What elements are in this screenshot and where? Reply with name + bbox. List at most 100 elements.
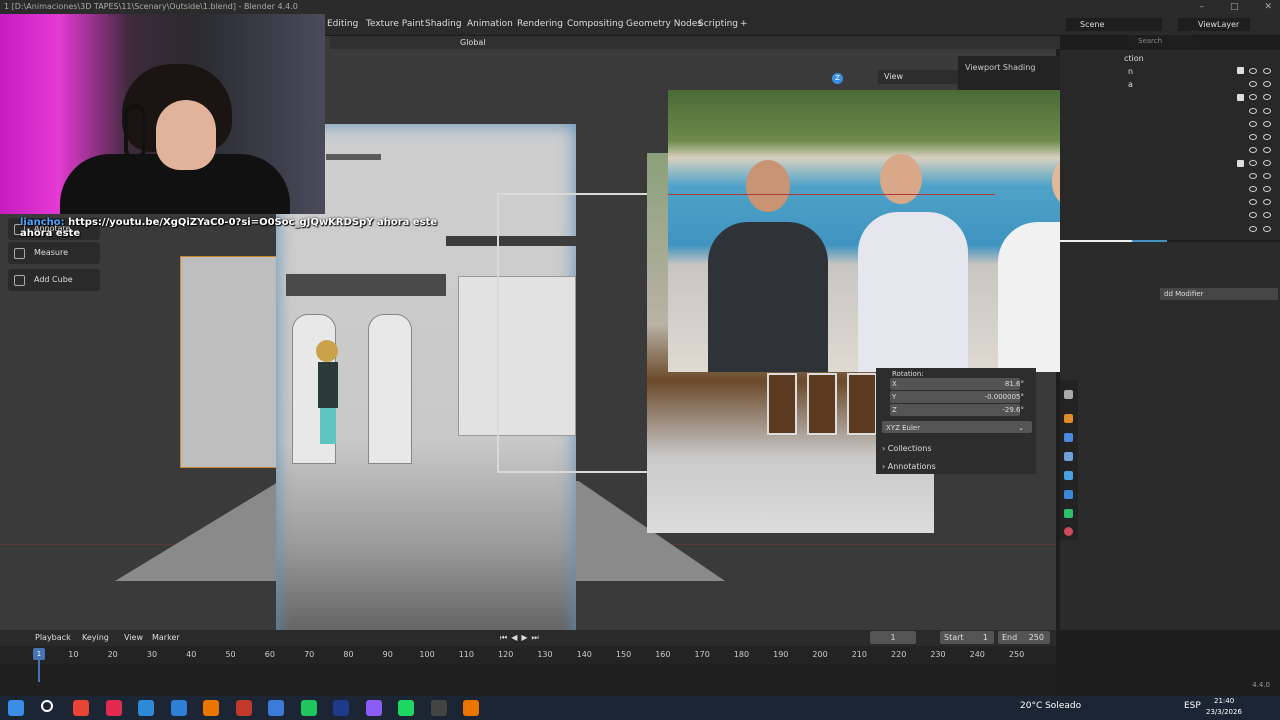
visibility-eye-icon[interactable] [1249, 108, 1257, 114]
add-modifier-button[interactable]: dd Modifier [1160, 288, 1278, 300]
playback-menu[interactable]: Playback [35, 633, 71, 642]
taskbar-obs2-icon[interactable] [430, 700, 447, 716]
visibility-eye-icon[interactable] [1249, 81, 1257, 87]
add-workspace-button[interactable]: + [740, 19, 748, 29]
tab-compositing[interactable]: Compositing [567, 19, 623, 29]
particles-tab-icon[interactable] [1064, 452, 1073, 461]
taskbar-chrome-icon[interactable] [73, 700, 89, 716]
view-panel-toggle[interactable]: View [878, 70, 958, 84]
ruler-tick-label: 170 [694, 650, 710, 659]
taskbar-edge-icon[interactable] [138, 700, 154, 716]
tab-texture-paint[interactable]: Texture Paint [366, 19, 424, 29]
playback-controls[interactable]: ⏮◀▶⏭ [500, 633, 543, 643]
rotation-y-row: Y -0.000005° [876, 391, 1036, 404]
ruler-tick-label: 10 [68, 650, 79, 659]
timeline-track-area[interactable] [0, 664, 1056, 696]
visibility-eye-icon[interactable] [1249, 121, 1257, 127]
physics-tab-icon[interactable] [1064, 471, 1073, 480]
webcam-person-face [156, 100, 216, 170]
annotations-panel-header[interactable]: › Annotations [882, 462, 936, 471]
render-eye-icon[interactable] [1263, 199, 1271, 205]
visibility-eye-icon[interactable] [1249, 226, 1257, 232]
render-eye-icon[interactable] [1263, 81, 1271, 87]
close-button[interactable]: ✕ [1264, 0, 1272, 14]
taskbar-start-icon[interactable] [8, 700, 24, 716]
scene-selector[interactable]: Scene [1066, 18, 1162, 31]
playhead[interactable]: 1 [33, 648, 45, 660]
outliner-item-2[interactable]: a [1128, 80, 1133, 89]
render-eye-icon[interactable] [1263, 160, 1271, 166]
start-frame-field[interactable]: Start 1 [940, 631, 994, 644]
visibility-eye-icon[interactable] [1249, 186, 1257, 192]
keying-menu[interactable]: Keying [82, 633, 109, 642]
view-layer-selector[interactable]: ViewLayer [1178, 18, 1250, 31]
render-tab-icon[interactable] [1064, 390, 1073, 399]
tab-scripting[interactable]: Scripting [698, 19, 738, 29]
visibility-eye-icon[interactable] [1249, 94, 1257, 100]
modifier-tab-icon[interactable] [1064, 433, 1073, 442]
render-eye-icon[interactable] [1263, 68, 1271, 74]
taskbar-app-purple-icon[interactable] [365, 700, 382, 716]
outliner-exclude-checkbox[interactable] [1237, 67, 1244, 74]
taskbar-blender2-icon[interactable] [463, 700, 479, 716]
marker-menu[interactable]: Marker [152, 633, 180, 642]
render-eye-icon[interactable] [1263, 121, 1271, 127]
render-eye-icon[interactable] [1263, 186, 1271, 192]
object-tab-icon[interactable] [1064, 414, 1073, 423]
frame-ruler[interactable]: 1102030405060708090100110120130140150160… [0, 646, 1056, 664]
maximize-button[interactable]: □ [1230, 0, 1239, 14]
visibility-eye-icon[interactable] [1249, 212, 1257, 218]
character-model[interactable] [312, 340, 346, 450]
render-eye-icon[interactable] [1263, 147, 1271, 153]
taskbar-pycharm-icon[interactable] [300, 700, 317, 716]
collections-panel-header[interactable]: › Collections [882, 444, 932, 453]
taskbar-photoshop-icon[interactable] [268, 700, 284, 716]
visibility-eye-icon[interactable] [1249, 68, 1257, 74]
outliner-item-collection[interactable]: ction [1124, 54, 1144, 63]
language-indicator[interactable]: ESP [1184, 701, 1201, 711]
render-eye-icon[interactable] [1263, 94, 1271, 100]
navigation-gizmo-z[interactable]: Z [832, 73, 843, 84]
tab-geometry-nodes[interactable]: Geometry Nodes [626, 19, 702, 29]
visibility-eye-icon[interactable] [1249, 199, 1257, 205]
render-eye-icon[interactable] [1263, 226, 1271, 232]
tab-editing[interactable]: Editing [327, 19, 358, 29]
clock-date[interactable]: 23/3/2026 [1206, 708, 1242, 716]
constraints-tab-icon[interactable] [1064, 490, 1073, 499]
current-frame-field[interactable]: 1 [870, 631, 916, 644]
visibility-eye-icon[interactable] [1249, 173, 1257, 179]
render-eye-icon[interactable] [1263, 134, 1271, 140]
outliner-exclude-checkbox[interactable] [1237, 94, 1244, 101]
clock-time[interactable]: 21:40 [1214, 697, 1234, 705]
view-menu[interactable]: View [124, 633, 143, 642]
street-door-2 [807, 373, 837, 435]
visibility-eye-icon[interactable] [1249, 134, 1257, 140]
render-eye-icon[interactable] [1263, 173, 1271, 179]
render-eye-icon[interactable] [1263, 212, 1271, 218]
taskbar-blender-icon[interactable] [203, 700, 219, 716]
end-frame-field[interactable]: End 250 [998, 631, 1050, 644]
add-cube-tool[interactable]: Add Cube [8, 269, 100, 291]
tab-shading[interactable]: Shading [425, 19, 462, 29]
taskbar-app-blue-icon[interactable] [170, 700, 187, 716]
data-tab-icon[interactable] [1064, 509, 1073, 518]
weather-widget[interactable]: 20°C Soleado [1020, 701, 1081, 711]
view-label: View [884, 72, 903, 81]
minimize-button[interactable]: – [1199, 0, 1204, 14]
material-tab-icon[interactable] [1064, 527, 1073, 536]
taskbar-search-icon[interactable] [40, 700, 53, 712]
outliner-exclude-checkbox[interactable] [1237, 160, 1244, 167]
measure-tool[interactable]: Measure [8, 242, 100, 264]
taskbar-obs-icon[interactable] [235, 700, 252, 716]
transform-orientation[interactable]: Global [460, 36, 486, 49]
render-eye-icon[interactable] [1263, 108, 1271, 114]
taskbar-opera-icon[interactable] [105, 700, 122, 716]
outliner-item-1[interactable]: n [1128, 67, 1133, 76]
visibility-eye-icon[interactable] [1249, 160, 1257, 166]
taskbar-spotify-icon[interactable] [398, 700, 414, 716]
tab-animation[interactable]: Animation [467, 19, 513, 29]
taskbar-vscode-icon[interactable] [333, 700, 349, 716]
tab-rendering[interactable]: Rendering [517, 19, 563, 29]
outliner-search-input[interactable]: Search [1122, 35, 1200, 47]
visibility-eye-icon[interactable] [1249, 147, 1257, 153]
